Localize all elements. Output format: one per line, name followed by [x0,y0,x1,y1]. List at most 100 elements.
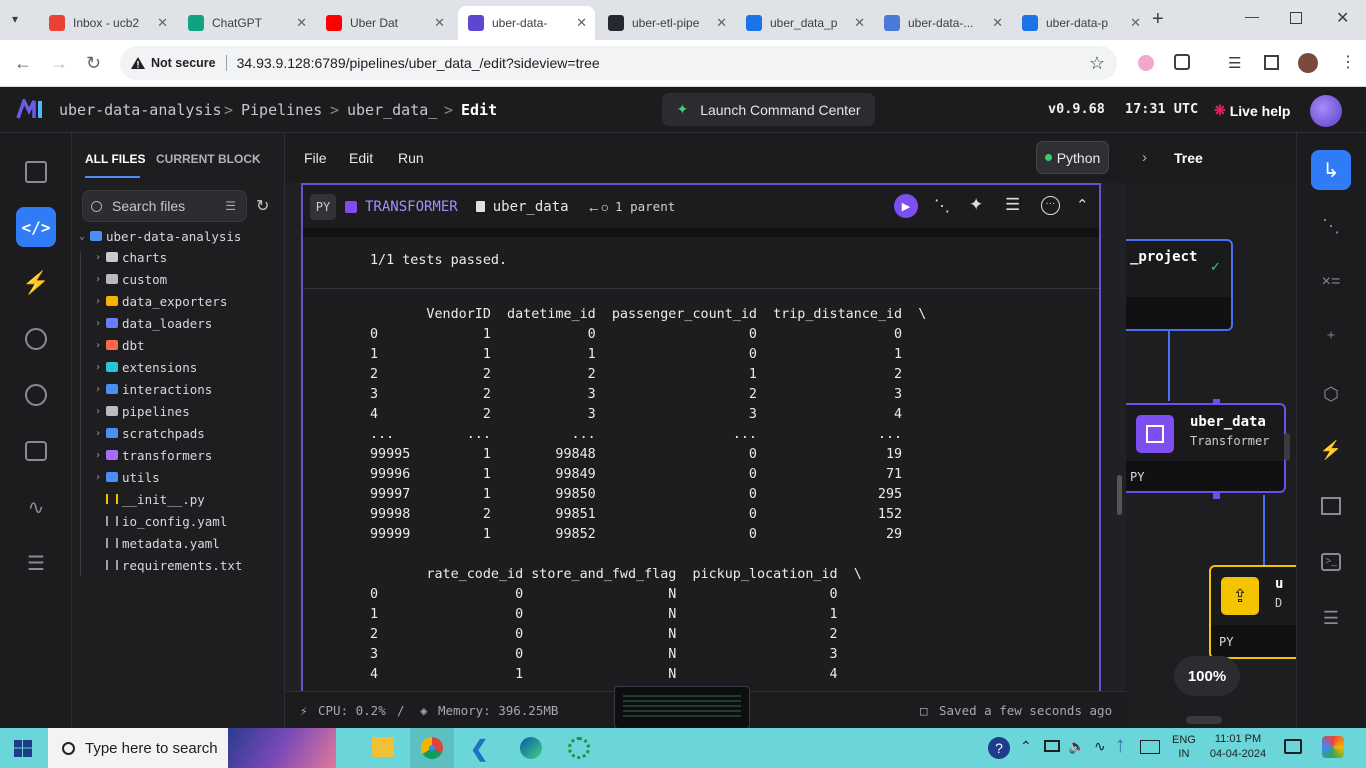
folder-root[interactable]: ⌄ uber-data-analysis [76,226,241,246]
system-clock[interactable]: 11:01 PM 04-04-2024 [1208,732,1268,762]
app-icon[interactable] [568,737,590,759]
refresh-icon[interactable]: ↻ [256,196,269,216]
tree-view-button[interactable]: ↳ [1311,150,1351,190]
back-button[interactable]: ← [14,54,32,72]
tab-all-files[interactable]: ALL FILES [85,152,145,166]
collapse-block-icon[interactable]: ⌃ [1076,196,1089,214]
menu-file[interactable]: File [304,150,327,166]
charts-button[interactable]: ⋱ [1311,206,1351,246]
puzzle-icon[interactable] [1174,54,1190,70]
folder-interactions[interactable]: › interactions [92,379,212,399]
browser-tab[interactable]: uber-data- ✕ [458,6,595,40]
more-options-icon[interactable]: ··· [1041,196,1060,215]
menu-edit[interactable]: Edit [349,150,373,166]
close-window-button[interactable]: ✕ [1336,8,1349,28]
editor-scrollbar[interactable] [1117,475,1122,515]
close-tab-icon[interactable]: ✕ [1130,15,1141,31]
url-text[interactable]: 34.93.9.128:6789/pipelines/uber_data_/ed… [237,55,600,71]
close-tab-icon[interactable]: ✕ [434,15,445,31]
browser-tab[interactable]: uber-data-p ✕ [1012,6,1149,40]
parents-count[interactable]: 1 parent [615,199,675,214]
triggers-nav-button[interactable]: ⚡ [16,263,56,303]
browser-menu-icon[interactable]: ⋮ [1340,52,1356,72]
star-icon[interactable]: ☆ [1089,53,1105,74]
variables-button[interactable]: ×= [1311,262,1351,302]
secrets-button[interactable]: ⁺ [1311,318,1351,358]
browser-tab[interactable]: uber-data-... ✕ [874,6,1011,40]
file-search-input[interactable]: Search files ☰ [82,190,247,222]
close-tab-icon[interactable]: ✕ [716,15,727,31]
browser-tab[interactable]: Inbox - ucb2 ✕ [39,6,176,40]
file-metadata-yaml[interactable]: metadata.yaml [104,533,220,553]
browser-tab[interactable]: uber_data_p ✕ [736,6,873,40]
file-io-config-yaml[interactable]: io_config.yaml [104,511,227,531]
edge-icon[interactable] [520,737,542,759]
security-label[interactable]: Not secure [151,56,216,70]
settings-button[interactable]: ☰ [1311,598,1351,638]
close-tab-icon[interactable]: ✕ [576,15,587,31]
folder-transformers[interactable]: › transformers [92,445,212,465]
tree-v-scrollbar[interactable] [1284,433,1290,461]
tree-h-scrollbar[interactable] [1186,716,1222,724]
folder-extensions[interactable]: › extensions [92,357,197,377]
browser-tab[interactable]: ChatGPT ✕ [178,6,315,40]
breadcrumb-pipelines[interactable]: Pipelines [241,101,322,119]
close-tab-icon[interactable]: ✕ [296,15,307,31]
ai-sparkle-icon[interactable]: ✦ [969,195,983,215]
folder-charts[interactable]: › charts [92,247,167,267]
close-tab-icon[interactable]: ✕ [854,15,865,31]
breadcrumb-pipeline[interactable]: uber_data_ [347,101,437,119]
chrome-taskbar-button[interactable] [410,728,454,768]
browser-tab[interactable]: Uber Dat ✕ [316,6,453,40]
help-icon[interactable]: ? [988,737,1010,759]
wifi-icon[interactable]: ∿ [1094,738,1106,755]
taskbar-search-input[interactable]: Type here to search [48,728,336,768]
monitor-nav-button[interactable]: ∿ [16,487,56,527]
side-panel-icon[interactable] [1264,55,1279,70]
dependency-tree-canvas[interactable]: _project ✓ uber_data Transformer PY ⇪ u … [1126,183,1296,728]
collapse-panel-icon[interactable]: ‹ [254,149,259,166]
tree-node-uber-data[interactable]: uber_data Transformer PY [1126,403,1286,493]
terminal-button[interactable]: >_ [1311,542,1351,582]
folder-pipelines[interactable]: › pipelines [92,401,190,421]
windows-start-icon[interactable] [14,740,32,760]
folder-data-loaders[interactable]: › data_loaders [92,313,212,333]
forward-button[interactable]: → [50,54,68,72]
chevron-right-icon[interactable]: › [1142,149,1147,166]
folder-custom[interactable]: › custom [92,269,167,289]
input-language[interactable]: ENG IN [1172,733,1196,761]
folder-data-exporters[interactable]: › data_exporters [92,291,227,311]
notifications-icon[interactable] [1284,739,1302,754]
profile-avatar[interactable] [1298,53,1318,73]
keyboard-icon[interactable] [1140,740,1160,754]
media-icon[interactable]: ☰ [1228,54,1241,72]
folder-utils[interactable]: › utils [92,467,160,487]
table-button[interactable] [1311,486,1351,526]
tray-chevron-icon[interactable]: ⌃ [1020,738,1032,755]
restore-button[interactable] [1290,12,1302,24]
close-tab-icon[interactable]: ✕ [157,15,168,31]
address-bar[interactable]: Not secure 34.93.9.128:6789/pipelines/ub… [120,46,1117,80]
block-output[interactable]: 1/1 tests passed. VendorID datetime_id p… [303,237,1099,703]
blocks-button[interactable]: ⬡ [1311,374,1351,414]
reload-button[interactable]: ↻ [86,54,101,72]
extension-icon[interactable] [1138,55,1154,71]
minimap-preview[interactable] [614,686,750,729]
close-tab-icon[interactable]: ✕ [992,15,1003,31]
triggers-button[interactable]: ⚡ [1311,430,1351,470]
tab-current-block[interactable]: CURRENT BLOCK [156,152,261,166]
battery-icon[interactable] [1044,740,1060,752]
new-tab-button[interactable]: + [1152,8,1164,31]
minimize-button[interactable]: — [1245,8,1259,24]
folder-dbt[interactable]: › dbt [92,335,145,355]
runs-nav-button[interactable] [16,319,56,359]
chart-icon[interactable]: ⋱ [934,196,950,216]
file-requirements-txt[interactable]: requirements.txt [104,555,242,575]
tree-node-exporter[interactable]: ⇪ u D PY [1209,565,1296,659]
launch-command-center-button[interactable]: ✦ Launch Command Center [662,93,875,126]
browser-tab[interactable]: uber-etl-pipe ✕ [598,6,735,40]
user-avatar[interactable] [1310,95,1342,127]
logs-nav-button[interactable] [16,431,56,471]
app-tray-icon[interactable] [1322,736,1344,758]
pipelines-nav-button[interactable] [16,152,56,192]
